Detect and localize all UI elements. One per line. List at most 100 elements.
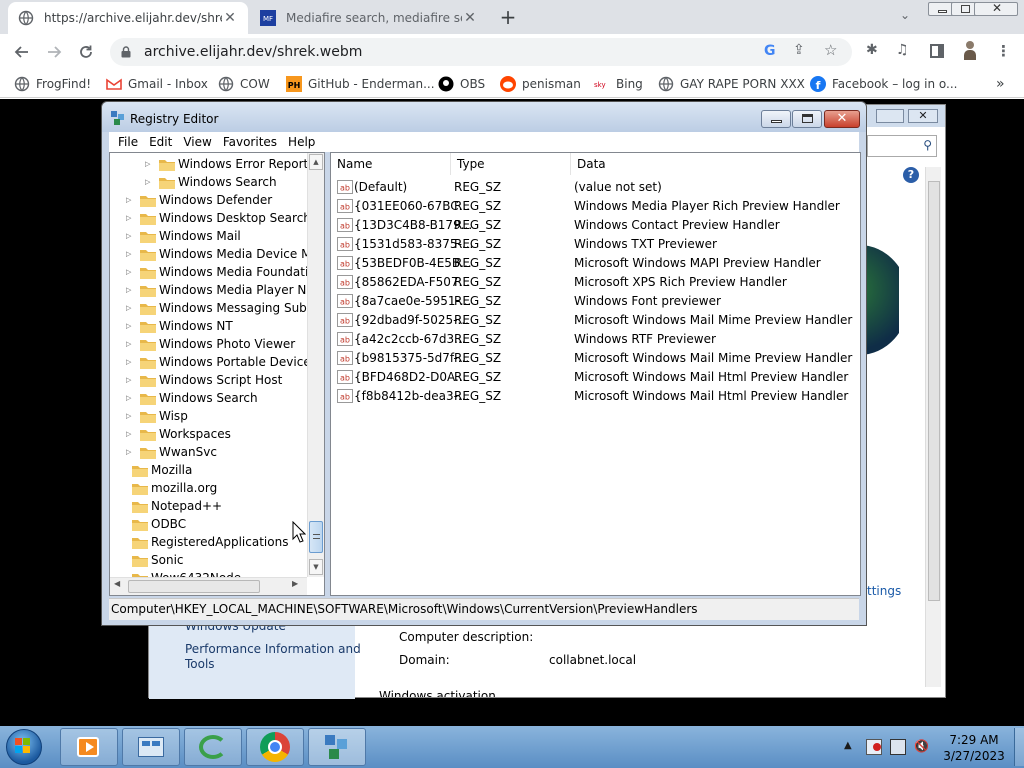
- google-lens-icon[interactable]: G: [764, 43, 776, 59]
- tree-item[interactable]: ▷ Wisp: [126, 407, 188, 425]
- tree-horizontal-scrollbar[interactable]: ◀ ▶: [110, 577, 307, 595]
- reg-maximize-button[interactable]: [792, 110, 822, 128]
- bookmark-bing[interactable]: sky Bing: [594, 76, 643, 92]
- bookmark-star-icon[interactable]: ☆: [824, 41, 837, 59]
- help-icon[interactable]: ?: [903, 167, 919, 183]
- taskbar-clock[interactable]: 7:29 AM 3/27/2023: [938, 732, 1010, 764]
- column-header-type[interactable]: Type: [451, 153, 571, 175]
- tree-item[interactable]: ▷ Workspaces: [126, 425, 231, 443]
- scroll-right-arrow-icon[interactable]: ▶: [292, 579, 298, 588]
- menu-view[interactable]: View: [181, 135, 213, 149]
- expand-arrow-icon[interactable]: ▷: [145, 178, 153, 186]
- bookmark-facebook[interactable]: f Facebook – log in o...: [810, 76, 957, 92]
- tree-item[interactable]: ▷ Windows Photo Viewer: [126, 335, 295, 353]
- taskbar-registry-editor[interactable]: [308, 728, 366, 766]
- start-button[interactable]: [4, 728, 44, 766]
- expand-arrow-icon[interactable]: ▷: [126, 430, 134, 438]
- expand-arrow-icon[interactable]: ▷: [126, 286, 134, 294]
- value-row[interactable]: ab {13D3C4B8-B179... REG_SZ Windows Contact…: [335, 216, 855, 235]
- tree-item[interactable]: Mozilla: [118, 461, 192, 479]
- menu-favorites[interactable]: Favorites: [221, 135, 279, 149]
- expand-arrow-icon[interactable]: ▷: [126, 340, 134, 348]
- value-row[interactable]: ab {85862EDA-F507... REG_SZ Microsoft XPS R…: [335, 273, 855, 292]
- tree-scroll-thumb[interactable]: [309, 521, 323, 553]
- expand-arrow-icon[interactable]: ▷: [145, 160, 153, 168]
- expand-arrow-icon[interactable]: ▷: [126, 250, 134, 258]
- tree-item[interactable]: RegisteredApplications: [118, 533, 288, 551]
- change-settings-link[interactable]: ttings: [867, 584, 901, 598]
- tree-item[interactable]: ▷ Windows Search: [126, 389, 258, 407]
- cp-close-button[interactable]: ✕: [908, 109, 938, 123]
- reg-close-button[interactable]: ✕: [824, 110, 860, 128]
- tree-item[interactable]: ▷ Windows Media Player NSS: [126, 281, 322, 299]
- bookmark-cow[interactable]: COW: [218, 76, 270, 92]
- side-panel-icon[interactable]: [930, 44, 944, 58]
- bookmark-frogfind[interactable]: FrogFind!: [14, 76, 91, 92]
- expand-arrow-icon[interactable]: ▷: [126, 232, 134, 240]
- taskbar-control-panel[interactable]: [122, 728, 180, 766]
- expand-arrow-icon[interactable]: ▷: [126, 322, 134, 330]
- lock-icon[interactable]: [120, 46, 132, 58]
- expand-arrow-icon[interactable]: ▷: [126, 448, 134, 456]
- tree-item[interactable]: ▷ Windows Defender: [126, 191, 272, 209]
- tree-item[interactable]: ▷ Windows Search: [145, 173, 277, 191]
- expand-arrow-icon[interactable]: ▷: [126, 304, 134, 312]
- expand-arrow-icon[interactable]: ▷: [126, 394, 134, 402]
- performance-tools-link-line2[interactable]: Tools: [185, 657, 215, 671]
- profile-avatar[interactable]: [962, 40, 978, 62]
- tree-item[interactable]: ▷ Windows Script Host: [126, 371, 282, 389]
- value-row[interactable]: ab {92dbad9f-5025-... REG_SZ Microsoft Wind…: [335, 311, 855, 330]
- action-center-flag-icon[interactable]: [866, 739, 882, 755]
- column-header-name[interactable]: Name: [331, 153, 451, 175]
- forward-icon[interactable]: [44, 42, 64, 62]
- tree-item[interactable]: Sonic: [118, 551, 184, 569]
- value-row[interactable]: ab {53BEDF0B-4E5B... REG_SZ Microsoft Windo…: [335, 254, 855, 273]
- scroll-up-arrow-icon[interactable]: ▲: [309, 154, 323, 170]
- value-row[interactable]: ab {8a7cae0e-5951-... REG_SZ Windows Font p…: [335, 292, 855, 311]
- close-tab-icon[interactable]: ✕: [222, 10, 238, 26]
- menu-dots-icon[interactable]: ⋮: [996, 42, 1011, 60]
- cp-scrollbar[interactable]: [925, 167, 941, 687]
- close-button[interactable]: ✕: [974, 1, 1018, 16]
- new-tab-button[interactable]: +: [498, 7, 518, 28]
- value-row[interactable]: ab {1531d583-8375-... REG_SZ Windows TXT Pr…: [335, 235, 855, 254]
- value-row[interactable]: ab {031EE060-67BC... REG_SZ Windows Media P…: [335, 197, 855, 216]
- tree-item[interactable]: ▷ Windows Messaging Subsys: [126, 299, 324, 317]
- taskbar-media-player[interactable]: [60, 728, 118, 766]
- expand-arrow-icon[interactable]: ▷: [126, 412, 134, 420]
- tree-item[interactable]: ▷ Windows Desktop Search: [126, 209, 311, 227]
- tree-item[interactable]: ODBC: [118, 515, 186, 533]
- reg-minimize-button[interactable]: [761, 110, 791, 128]
- back-icon[interactable]: [12, 42, 32, 62]
- tab-search-icon[interactable]: ⌄: [896, 8, 914, 26]
- media-control-icon[interactable]: ♫: [896, 42, 914, 60]
- tab-mediafire[interactable]: MF Mediafire search, mediafire search ✕: [250, 2, 488, 34]
- tree-vertical-scrollbar[interactable]: ▲ ▼: [307, 153, 324, 577]
- network-icon[interactable]: [890, 739, 906, 755]
- bookmark-gmail[interactable]: Gmail - Inbox: [106, 76, 208, 92]
- show-hidden-icons[interactable]: ▲: [844, 740, 852, 751]
- value-row[interactable]: ab (Default) REG_SZ (value not set): [335, 178, 855, 197]
- tree-item[interactable]: ▷ Windows Error Reporting: [145, 155, 324, 173]
- tree-item[interactable]: ▷ Windows NT: [126, 317, 233, 335]
- close-tab-icon[interactable]: ✕: [462, 10, 478, 26]
- address-bar[interactable]: archive.elijahr.dev/shrek.webm G ⇪ ☆: [110, 38, 852, 66]
- tab-shrek[interactable]: https://archive.elijahr.dev/shrek.w ✕: [8, 2, 248, 34]
- extensions-icon[interactable]: ✱: [866, 42, 884, 60]
- value-row[interactable]: ab {f8b8412b-dea3-... REG_SZ Microsoft Wind…: [335, 387, 855, 406]
- value-row[interactable]: ab {BFD468D2-D0A... REG_SZ Microsoft Window…: [335, 368, 855, 387]
- scroll-down-arrow-icon[interactable]: ▼: [309, 559, 323, 575]
- share-icon[interactable]: ⇪: [793, 42, 805, 58]
- volume-muted-icon[interactable]: 🔇: [914, 739, 930, 755]
- reload-icon[interactable]: [76, 42, 96, 62]
- taskbar-sync-center[interactable]: [184, 728, 242, 766]
- bookmark-gay-rape-porn-xxx[interactable]: GAY RAPE PORN XXX: [658, 76, 805, 92]
- bookmark-obs[interactable]: OBS: [438, 76, 485, 92]
- tree-hscroll-thumb[interactable]: [128, 580, 260, 593]
- cp-restore-button[interactable]: [876, 109, 904, 123]
- column-header-data[interactable]: Data: [571, 153, 860, 175]
- menu-edit[interactable]: Edit: [147, 135, 174, 149]
- menu-file[interactable]: File: [116, 135, 140, 149]
- bookmark-github-enderman[interactable]: PH GitHub - Enderman...: [286, 76, 435, 92]
- tree-item[interactable]: ▷ WwanSvc: [126, 443, 217, 461]
